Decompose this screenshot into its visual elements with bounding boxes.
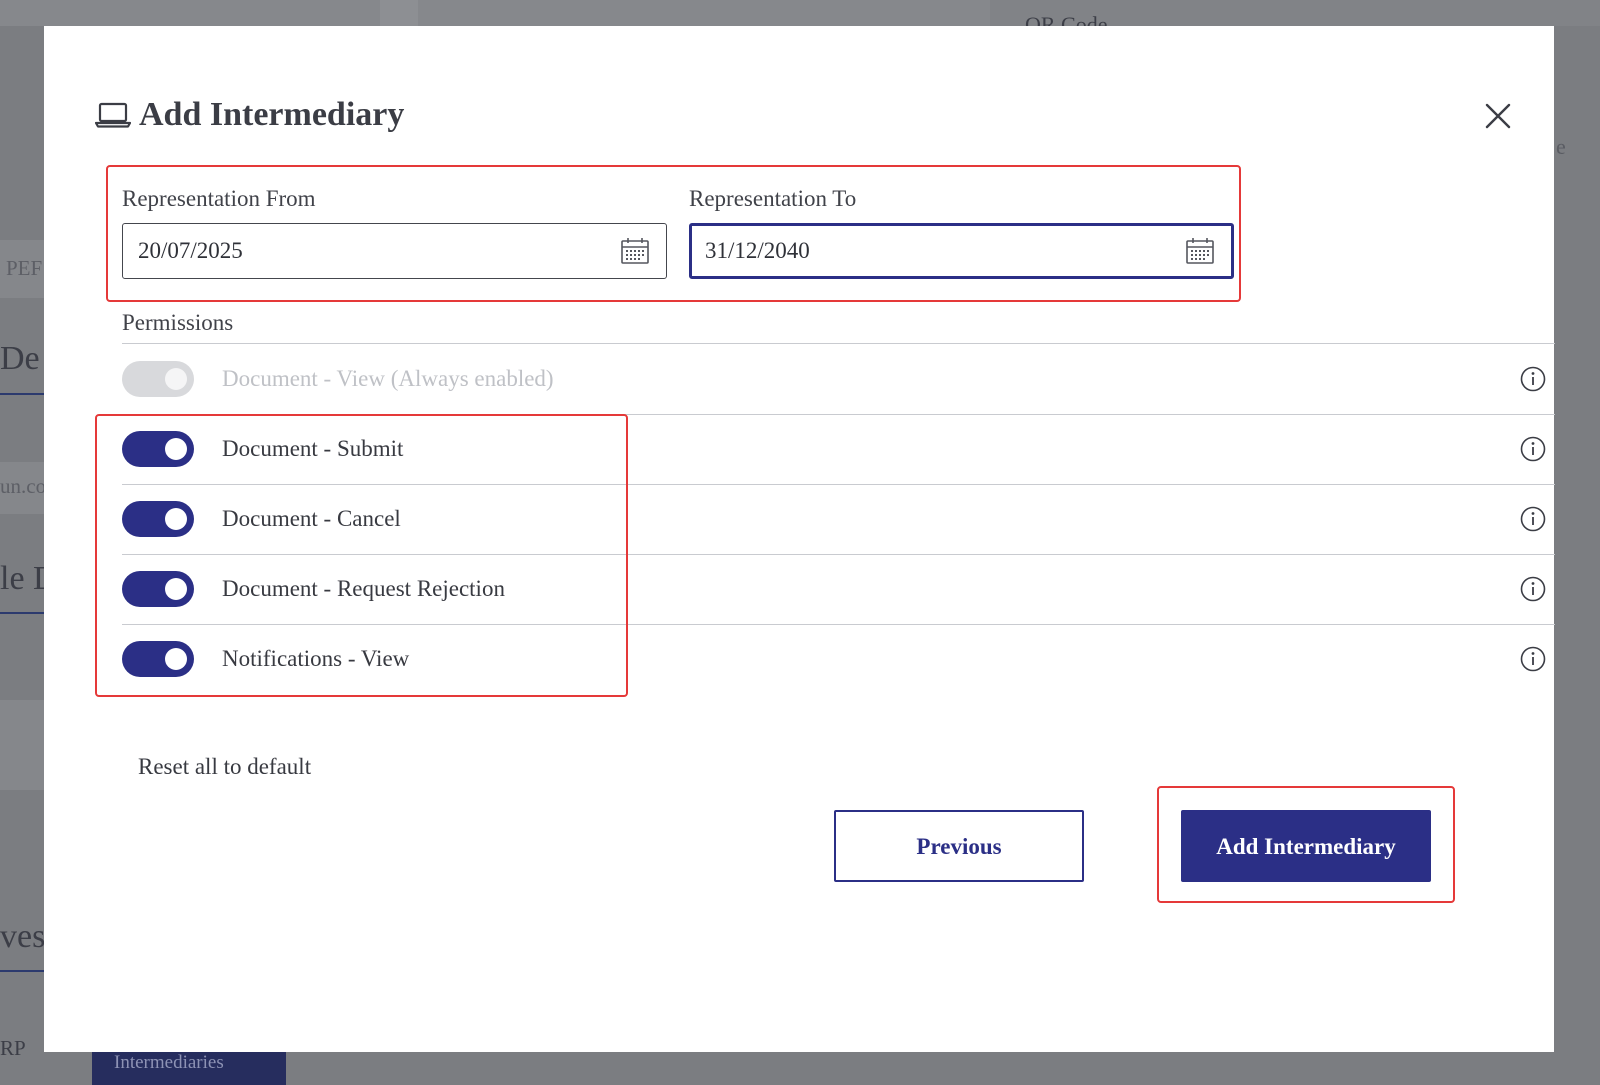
modal-header: Add Intermediary: [95, 96, 404, 134]
permission-label: Notifications - View: [222, 646, 410, 671]
permission-label: Document - View (Always enabled): [222, 366, 554, 391]
calendar-icon[interactable]: [620, 236, 650, 266]
toggle-document-submit[interactable]: [122, 431, 194, 467]
info-icon[interactable]: [1519, 575, 1547, 603]
permission-label: Document - Request Rejection: [222, 576, 505, 601]
permission-row-document-submit: Document - Submit: [122, 414, 1555, 484]
permission-label: Document - Cancel: [222, 506, 401, 531]
background-underline-1: [0, 393, 44, 395]
background-label-ves: ves: [0, 918, 44, 955]
permission-row-document-request-rejection: Document - Request Rejection: [122, 554, 1555, 624]
info-icon[interactable]: [1519, 365, 1547, 393]
calendar-icon[interactable]: [1185, 236, 1215, 266]
permission-row-notifications-view: Notifications - View: [122, 624, 1555, 694]
toggle-document-request-rejection[interactable]: [122, 571, 194, 607]
background-right-label: e: [1556, 134, 1566, 159]
background-column-divider: [380, 0, 418, 26]
permission-label: Document - Submit: [222, 436, 404, 461]
representation-to-input[interactable]: 31/12/2040: [689, 223, 1234, 279]
representation-from-value: 20/07/2025: [138, 238, 243, 263]
permission-row-document-view: Document - View (Always enabled): [122, 344, 1555, 414]
background-intermediaries-label: Intermediaries: [114, 1052, 224, 1073]
add-intermediary-modal: Add Intermediary Representation From 20/…: [44, 26, 1555, 1052]
background-underline-2: [0, 612, 44, 614]
representation-from-label: Representation From: [122, 186, 316, 211]
background-label-le-d: le D: [0, 560, 44, 597]
reset-all-button[interactable]: Reset all to default: [138, 754, 311, 780]
background-label-de: De: [0, 340, 40, 377]
close-icon[interactable]: [1484, 102, 1512, 130]
permissions-title: Permissions: [122, 310, 234, 335]
toggle-document-cancel[interactable]: [122, 501, 194, 537]
toggle-notifications-view[interactable]: [122, 641, 194, 677]
previous-button[interactable]: Previous: [834, 810, 1084, 882]
laptop-icon: [95, 101, 131, 129]
representation-to-label: Representation To: [689, 186, 857, 211]
background-band-3: [0, 700, 44, 790]
background-label-pef: PEF: [6, 256, 43, 280]
representation-from-input[interactable]: 20/07/2025: [122, 223, 667, 279]
background-intermediaries-button: Intermediaries: [92, 1050, 286, 1085]
modal-title: Add Intermediary: [139, 96, 405, 133]
info-icon[interactable]: [1519, 435, 1547, 463]
info-icon[interactable]: [1519, 645, 1547, 673]
background-label-rp: RP: [0, 1036, 26, 1060]
background-underline-3: [0, 970, 44, 972]
toggle-document-view: [122, 361, 194, 397]
info-icon[interactable]: [1519, 505, 1547, 533]
background-label-email: un.co: [0, 474, 44, 498]
representation-to-value: 31/12/2040: [705, 238, 810, 263]
permission-row-document-cancel: Document - Cancel: [122, 484, 1555, 554]
add-intermediary-button[interactable]: Add Intermediary: [1181, 810, 1431, 882]
